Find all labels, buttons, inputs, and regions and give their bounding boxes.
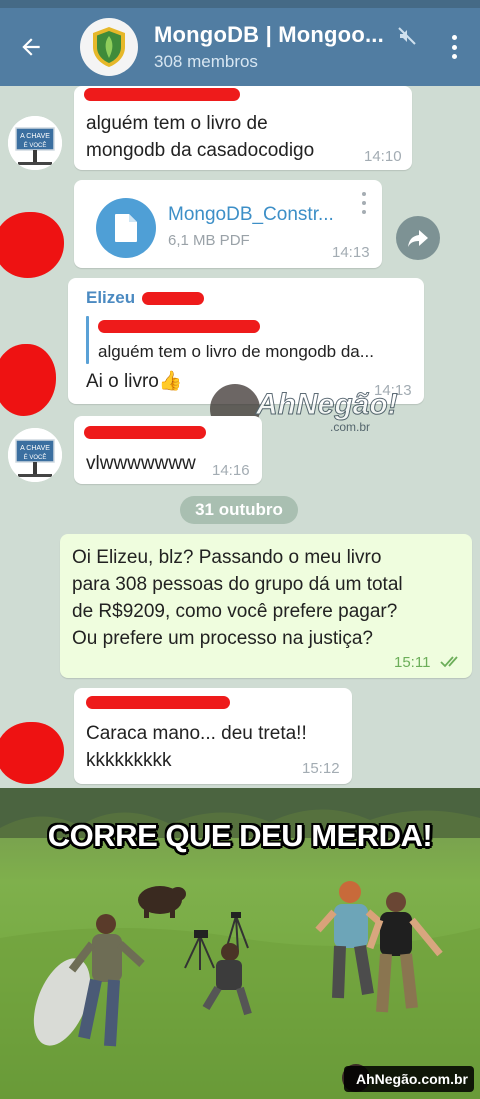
avatar-sign-line1: A CHAVE <box>20 445 50 452</box>
watermark-domain: .com.br <box>330 420 371 434</box>
user-avatar[interactable]: A CHAVE É VOCÊ <box>8 116 62 170</box>
share-icon[interactable] <box>396 216 440 260</box>
avatar-sign-line2: É VOCÊ <box>24 453 47 461</box>
meme-photo: CORRE QUE DEU MERDA! AhNegão.com.br <box>0 788 480 1099</box>
message-text-line: para 308 pessoas do grupo dá um total <box>72 574 403 595</box>
back-arrow-icon[interactable] <box>14 30 48 64</box>
redacted-sender-surname <box>142 292 204 305</box>
app-bar: MongoDB | Mongoo... 308 membros <box>0 8 480 86</box>
sender-name[interactable]: Elizeu <box>86 288 135 308</box>
more-vert-icon[interactable] <box>444 32 464 62</box>
message-bubble[interactable]: Caraca mano... deu treta!! kkkkkkkkk 15:… <box>74 688 352 784</box>
watermark-brand: AhNegão! <box>256 388 399 422</box>
message-text-line: Caraca mano... deu treta!! <box>86 723 307 744</box>
mute-icon <box>397 26 417 46</box>
group-avatar[interactable] <box>80 18 138 76</box>
message-text-line: Ou prefere um processo na justiça? <box>72 628 373 649</box>
telegram-chat-screenshot: MongoDB | Mongoo... 308 membros A CHAVE … <box>0 0 480 788</box>
message-text: Ai o livro👍 <box>86 371 183 392</box>
outgoing-message-bubble[interactable]: Oi Elizeu, blz? Passando o meu livro par… <box>60 534 472 678</box>
file-menu-icon[interactable] <box>362 192 368 214</box>
member-count: 308 membros <box>154 52 258 71</box>
redacted-sender-name <box>84 426 206 439</box>
avatar-sign-line2: É VOCÊ <box>24 141 47 149</box>
message-text-line: Oi Elizeu, blz? Passando o meu livro <box>72 547 382 568</box>
file-size: 6,1 MB PDF <box>168 232 250 249</box>
message-text: vlwwwwwww <box>86 453 196 474</box>
redacted-sender-name <box>86 696 230 709</box>
message-time: 14:10 <box>364 148 402 165</box>
message-time: 14:13 <box>332 244 370 261</box>
message-time: 14:16 <box>212 462 250 479</box>
message-time: 15:12 <box>302 760 340 777</box>
user-avatar[interactable]: A CHAVE É VOCÊ <box>8 428 62 482</box>
chat-title[interactable]: MongoDB | Mongoo... <box>154 22 384 48</box>
double-check-icon <box>440 656 458 668</box>
date-separator: 31 outubro <box>180 496 298 524</box>
message-text-line: mongodb da casadocodigo <box>86 140 315 161</box>
reply-quote-bar <box>86 316 89 364</box>
quoted-text[interactable]: alguém tem o livro de mongodb da... <box>98 340 374 364</box>
shield-leaf-icon <box>93 27 125 67</box>
avatar-sign-line1: A CHAVE <box>20 133 50 140</box>
file-name[interactable]: MongoDB_Constr... <box>168 204 334 226</box>
message-text-line: alguém tem o livro de <box>86 113 268 134</box>
message-text-line: de R$9209, como você prefere pagar? <box>72 601 398 622</box>
meme-caption: CORRE QUE DEU MERDA! <box>47 818 433 853</box>
file-icon[interactable] <box>96 198 156 258</box>
message-text-line: kkkkkkkkk <box>86 750 172 771</box>
redacted-sender-name <box>84 88 240 101</box>
redacted-quoted-sender <box>98 320 260 333</box>
file-message-bubble[interactable]: MongoDB_Constr... 6,1 MB PDF 14:13 <box>74 180 382 268</box>
bear <box>138 886 186 918</box>
status-bar <box>0 0 480 8</box>
message-bubble[interactable]: vlwwwwwww 14:16 <box>74 416 262 484</box>
message-time: 15:11 <box>394 654 431 671</box>
message-bubble[interactable]: alguém tem o livro de mongodb da casadoc… <box>74 86 412 170</box>
site-badge: AhNegão.com.br <box>344 1066 474 1092</box>
